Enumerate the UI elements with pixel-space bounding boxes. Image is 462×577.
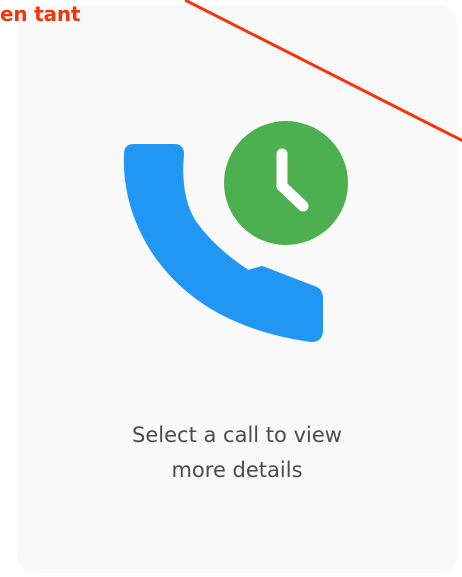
annotation-arrow-line — [184, 0, 462, 143]
annotation-label: en tant — [0, 2, 81, 26]
screen: Select a call to view more details en ta… — [0, 0, 462, 577]
